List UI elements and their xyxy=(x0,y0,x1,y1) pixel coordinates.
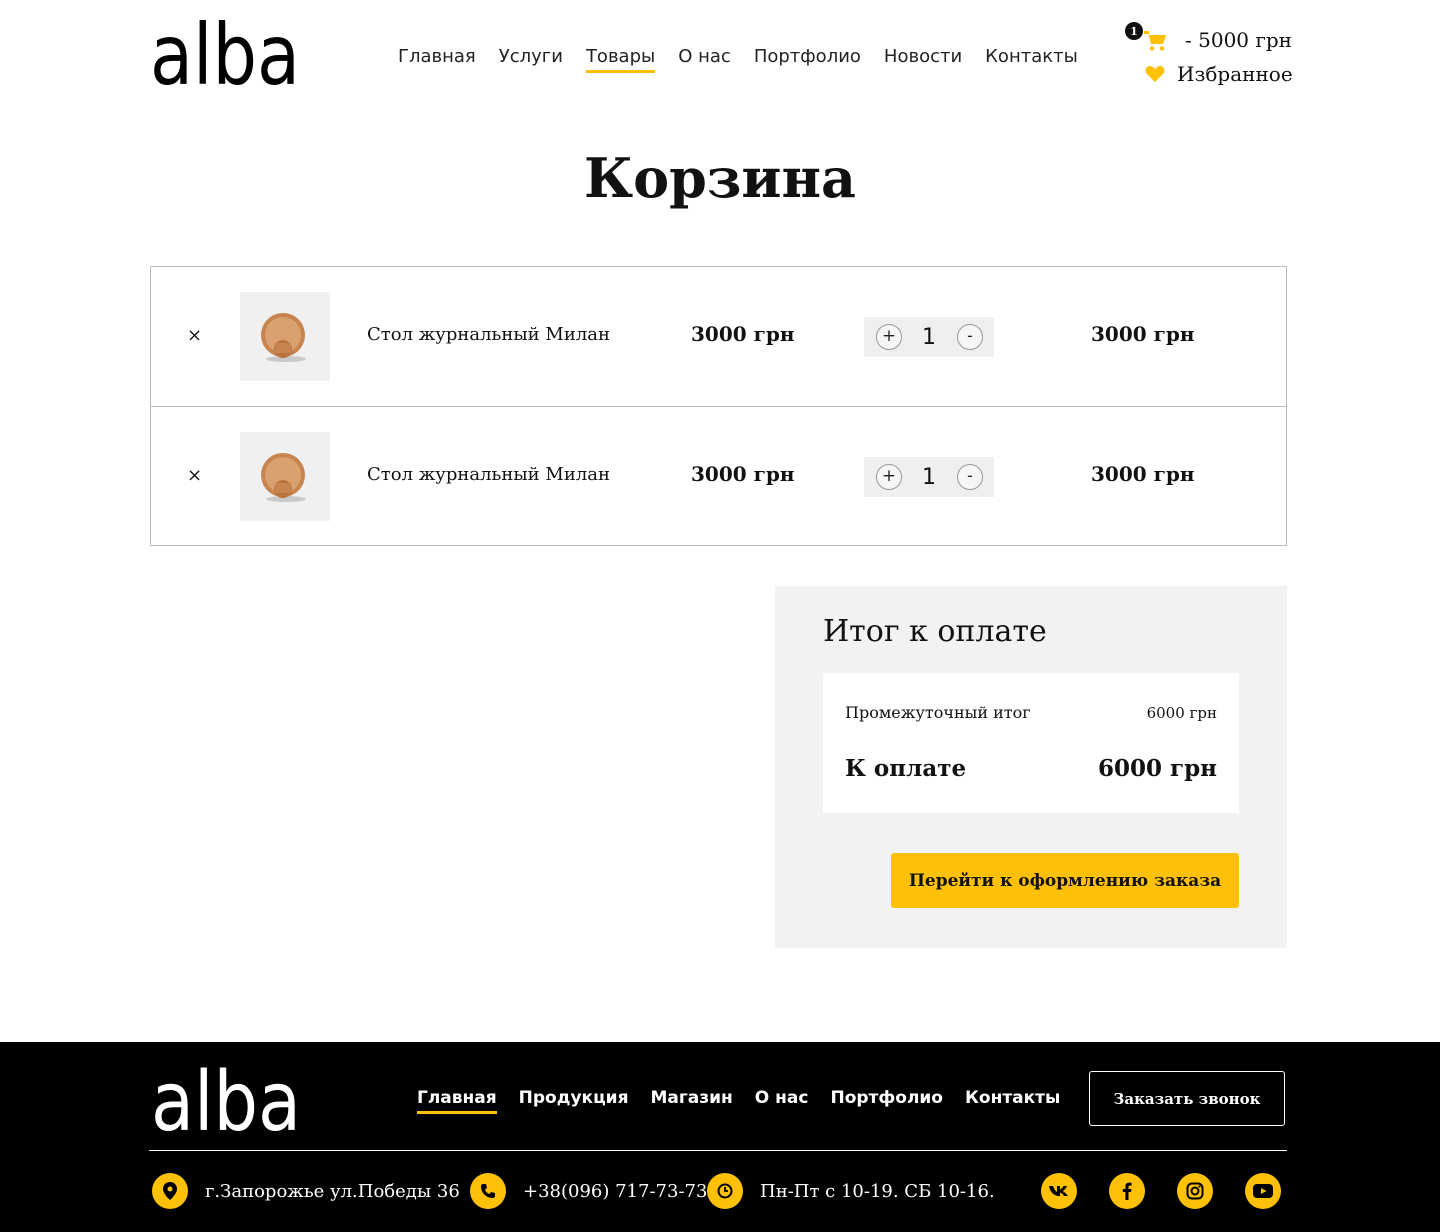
footer-nav-portfolio[interactable]: Портфолио xyxy=(830,1088,943,1114)
svg-text:alba: alba xyxy=(150,16,300,88)
product-thumbnail[interactable] xyxy=(240,292,330,381)
footer-address: г.Запорожье ул.Победы 36 xyxy=(152,1173,460,1209)
checkout-button[interactable]: Перейти к оформлению заказа xyxy=(891,853,1239,908)
nav-item-services[interactable]: Услуги xyxy=(499,46,563,73)
product-image xyxy=(261,452,306,502)
product-thumbnail[interactable] xyxy=(240,432,330,521)
footer-nav-shop[interactable]: Магазин xyxy=(651,1088,733,1114)
footer-nav-home[interactable]: Главная xyxy=(417,1088,497,1114)
vk-icon[interactable] xyxy=(1041,1173,1077,1209)
nav-item-about[interactable]: О нас xyxy=(678,46,731,73)
remove-item-button[interactable]: × xyxy=(187,465,202,486)
site-header: alba Главная Услуги Товары О нас Портфол… xyxy=(0,0,1440,120)
quantity-value[interactable]: 1 xyxy=(916,325,942,350)
cart-row: × Стол журнальный Милан 3000 грн + 1 - 3… xyxy=(151,267,1286,406)
address-text: г.Запорожье ул.Победы 36 xyxy=(205,1180,460,1202)
clock-icon xyxy=(707,1173,743,1209)
quantity-value[interactable]: 1 xyxy=(916,465,942,490)
main-nav: Главная Услуги Товары О нас Портфолио Но… xyxy=(398,46,1078,73)
footer-divider xyxy=(149,1150,1287,1151)
footer-nav: Главная Продукция Магазин О нас Портфоли… xyxy=(417,1088,1060,1114)
nav-item-products[interactable]: Товары xyxy=(585,46,656,73)
product-name[interactable]: Стол журнальный Милан xyxy=(367,464,610,485)
cart-table: × Стол журнальный Милан 3000 грн + 1 - 3… xyxy=(150,266,1287,546)
nav-item-portfolio[interactable]: Портфолио xyxy=(754,46,861,73)
product-price: 3000 грн xyxy=(691,462,795,486)
nav-item-news[interactable]: Новости xyxy=(884,46,962,73)
order-summary: Итог к оплате Промежуточный итог 6000 гр… xyxy=(775,586,1287,948)
summary-title: Итог к оплате xyxy=(823,614,1047,649)
product-name[interactable]: Стол журнальный Милан xyxy=(367,324,610,345)
nav-item-home[interactable]: Главная xyxy=(398,46,476,73)
subtotal-label: Промежуточный итог xyxy=(845,703,1031,722)
instagram-icon[interactable] xyxy=(1177,1173,1213,1209)
alba-logo[interactable]: alba xyxy=(150,16,302,88)
cart-icon[interactable] xyxy=(1143,30,1167,52)
phone-icon xyxy=(470,1173,506,1209)
alba-logo-footer[interactable]: alba xyxy=(151,1064,303,1134)
favorites-link[interactable]: Избранное xyxy=(1145,62,1293,86)
total-value: 6000 грн xyxy=(1097,755,1217,782)
remove-item-button[interactable]: × xyxy=(187,325,202,346)
quantity-increase-button[interactable]: + xyxy=(876,464,902,490)
heart-icon xyxy=(1145,66,1165,82)
phone-text[interactable]: +38(096) 717-73-73 xyxy=(523,1181,707,1202)
cart-count-badge: 1 xyxy=(1125,22,1143,40)
cart-row: × Стол журнальный Милан 3000 грн + 1 - 3… xyxy=(151,406,1286,545)
footer-nav-products[interactable]: Продукция xyxy=(519,1088,629,1114)
facebook-icon[interactable] xyxy=(1109,1173,1145,1209)
location-pin-icon xyxy=(152,1173,188,1209)
footer-hours: Пн-Пт с 10-19. СБ 10-16. xyxy=(707,1173,995,1209)
product-image xyxy=(261,312,306,362)
hours-text: Пн-Пт с 10-19. СБ 10-16. xyxy=(760,1180,995,1202)
footer-phone[interactable]: +38(096) 717-73-73 xyxy=(470,1173,707,1209)
quantity-decrease-button[interactable]: - xyxy=(957,324,983,350)
line-total: 3000 грн xyxy=(1091,322,1195,346)
total-label: К оплате xyxy=(845,755,967,782)
site-footer: alba Главная Продукция Магазин О нас Пор… xyxy=(0,1042,1440,1232)
svg-text:alba: alba xyxy=(151,1064,301,1134)
page-title: Корзина xyxy=(584,146,856,210)
favorites-label: Избранное xyxy=(1177,62,1293,86)
footer-nav-contacts[interactable]: Контакты xyxy=(965,1088,1060,1114)
product-price: 3000 грн xyxy=(691,322,795,346)
quantity-decrease-button[interactable]: - xyxy=(957,464,983,490)
nav-item-contacts[interactable]: Контакты xyxy=(985,46,1078,73)
quantity-stepper: + 1 - xyxy=(864,457,994,497)
youtube-icon[interactable] xyxy=(1245,1173,1281,1209)
request-call-button[interactable]: Заказать звонок xyxy=(1089,1071,1285,1126)
footer-nav-about[interactable]: О нас xyxy=(755,1088,809,1114)
quantity-stepper: + 1 - xyxy=(864,317,994,357)
cart-total: - 5000 грн xyxy=(1185,28,1292,52)
quantity-increase-button[interactable]: + xyxy=(876,324,902,350)
subtotal-value: 6000 грн xyxy=(1146,704,1217,722)
summary-box: Промежуточный итог 6000 грн К оплате 600… xyxy=(823,673,1239,813)
line-total: 3000 грн xyxy=(1091,462,1195,486)
